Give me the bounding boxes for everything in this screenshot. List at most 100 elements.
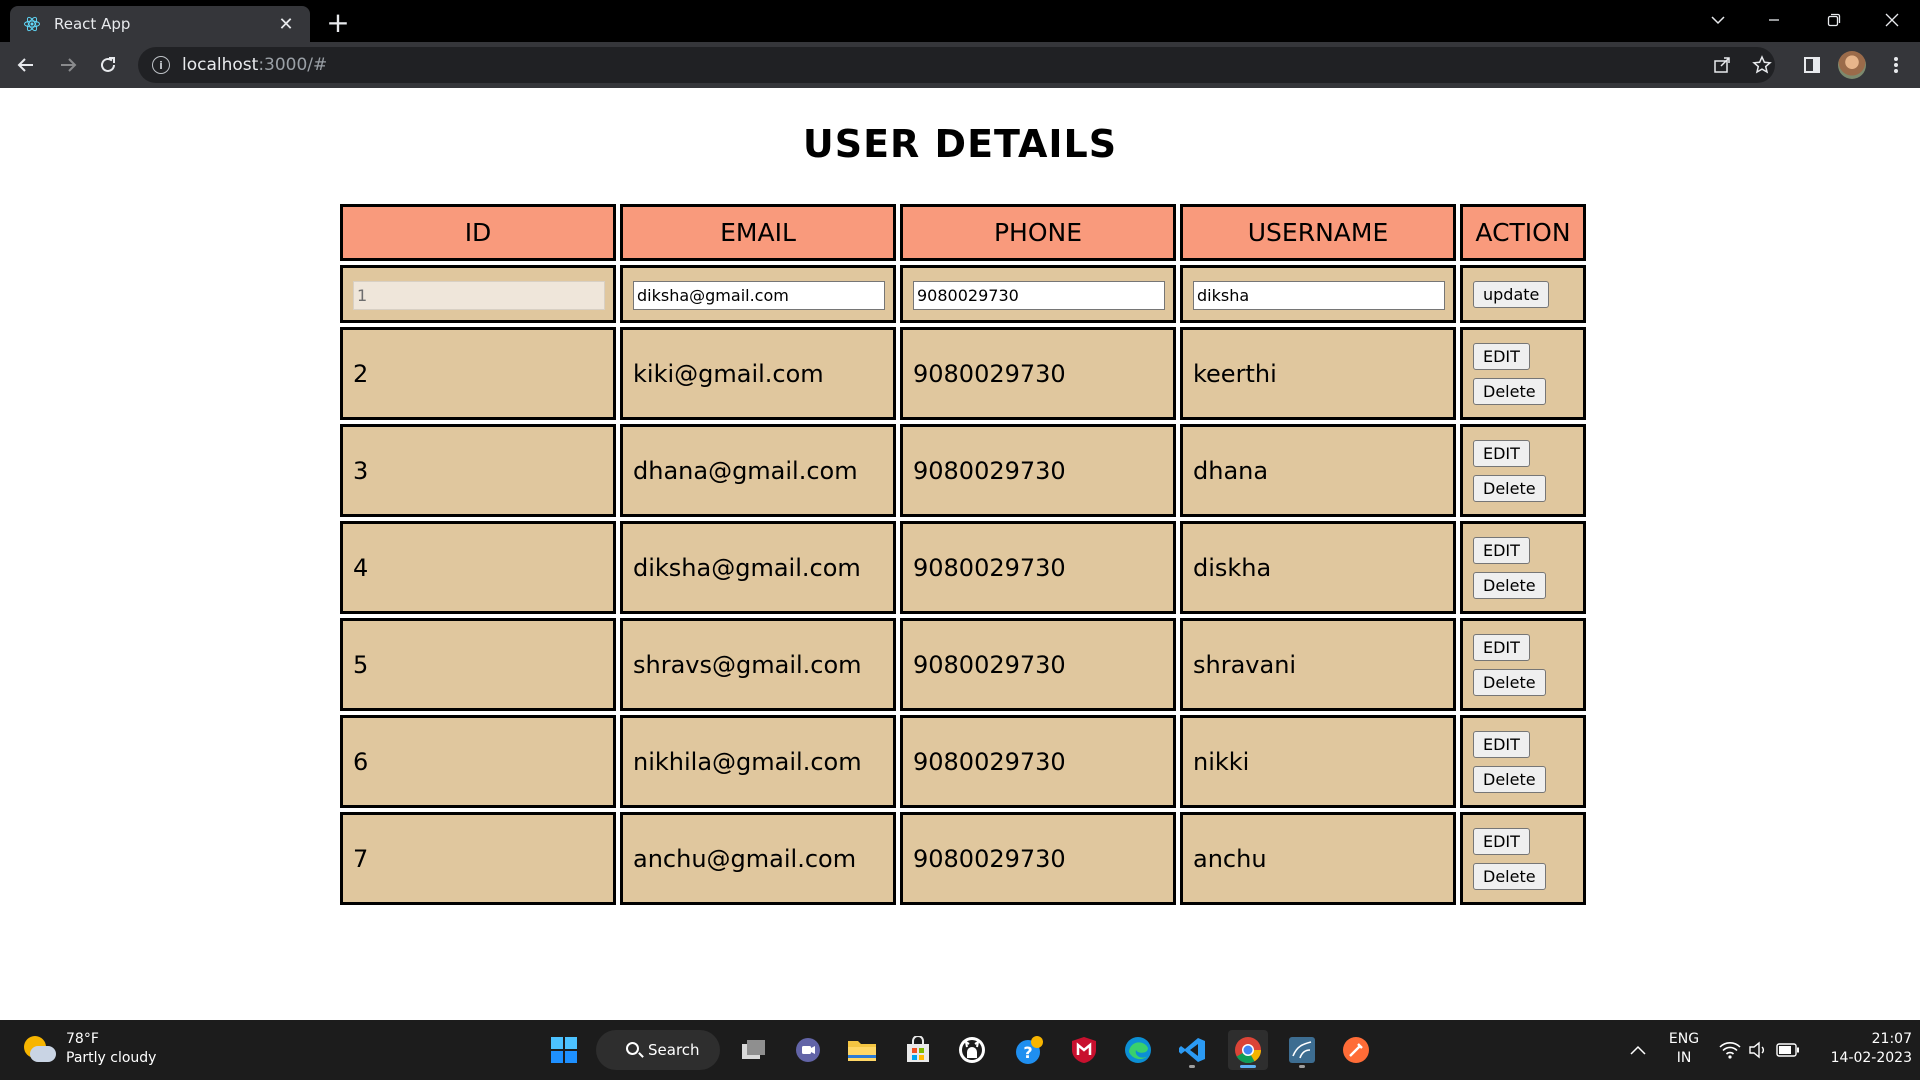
weather-widget[interactable]: 78°F Partly cloudy [22,1030,156,1068]
edit-button[interactable]: EDIT [1473,342,1530,370]
mcafee-shield-icon[interactable] [1064,1030,1104,1070]
profile-avatar[interactable] [1838,51,1866,79]
header-username: USERNAME [1180,204,1456,261]
cell-actions: EDIT Delete [1460,618,1586,711]
weather-temp: 78°F [66,1031,99,1047]
weather-desc: Partly cloudy [66,1050,157,1066]
cell-email: nikhila@gmail.com [620,715,896,808]
cell-username: anchu [1180,812,1456,905]
cell-email: dhana@gmail.com [620,424,896,517]
header-id: ID [340,204,616,261]
bookmark-star-icon[interactable] [1746,49,1778,81]
delete-button[interactable]: Delete [1473,862,1546,890]
os-taskbar: 78°F Partly cloudy Search ? ENG IN 21:07… [0,1020,1920,1080]
menu-kebab-icon[interactable] [1880,49,1912,81]
teams-chat-icon[interactable] [788,1030,828,1070]
delete-button[interactable]: Delete [1473,765,1546,793]
url-path: :3000/# [258,55,328,75]
edit-username-cell [1180,265,1456,323]
cell-id: 7 [340,812,616,905]
browser-tab[interactable]: React App ✕ [10,6,310,42]
cell-username: nikki [1180,715,1456,808]
clock-time: 21:07 [1871,1031,1912,1047]
url-host: localhost [182,55,259,75]
edit-button[interactable]: EDIT [1473,633,1530,661]
cell-actions: EDIT Delete [1460,424,1586,517]
cell-phone: 9080029730 [900,618,1176,711]
input-language-indicator[interactable]: ENG IN [1664,1030,1704,1068]
table-row: 4 diksha@gmail.com 9080029730 diskha EDI… [340,521,1586,614]
site-info-icon[interactable]: i [152,56,170,74]
update-button[interactable]: update [1473,280,1550,308]
edge-browser-icon[interactable] [1118,1030,1158,1070]
email-field[interactable] [633,280,885,310]
cell-actions: EDIT Delete [1460,521,1586,614]
reload-icon[interactable] [92,49,124,81]
table-row: 2 kiki@gmail.com 9080029730 keerthi EDIT… [340,327,1586,420]
delete-button[interactable]: Delete [1473,571,1546,599]
cell-username: keerthi [1180,327,1456,420]
tray-overflow-chevron-icon[interactable] [1618,1030,1658,1070]
taskbar-clock[interactable]: 21:07 14-02-2023 [1812,1030,1912,1068]
address-bar[interactable]: i localhost:3000/# [138,47,1775,83]
chrome-icon[interactable] [1228,1030,1268,1070]
vscode-icon[interactable] [1172,1030,1212,1070]
cell-username: shravani [1180,618,1456,711]
new-tab-icon[interactable]: + [322,6,354,39]
share-icon[interactable] [1706,49,1738,81]
windows-start-icon[interactable] [544,1030,584,1070]
cell-email: kiki@gmail.com [620,327,896,420]
tab-close-icon[interactable]: ✕ [274,12,298,36]
edit-button[interactable]: EDIT [1473,536,1530,564]
minimize-icon[interactable] [1746,0,1802,40]
delete-button[interactable]: Delete [1473,377,1546,405]
phone-field[interactable] [913,280,1165,310]
cell-id: 4 [340,521,616,614]
delete-button[interactable]: Delete [1473,474,1546,502]
restore-icon[interactable] [1806,0,1862,40]
cell-phone: 9080029730 [900,715,1176,808]
mysql-workbench-icon[interactable] [1282,1030,1322,1070]
taskbar-search-button[interactable]: Search [596,1030,720,1070]
cell-phone: 9080029730 [900,327,1176,420]
taskbar-search-label: Search [648,1041,700,1059]
cell-actions: EDIT Delete [1460,327,1586,420]
id-field[interactable] [353,280,605,310]
running-indicator [1189,1065,1195,1068]
page-title: USER DETAILS [802,122,1118,166]
username-field[interactable] [1193,280,1445,310]
table-header-row: ID EMAIL PHONE USERNAME ACTION [340,204,1586,261]
cell-phone: 9080029730 [900,424,1176,517]
table-row: 6 nikhila@gmail.com 9080029730 nikki EDI… [340,715,1586,808]
task-view-icon[interactable] [734,1030,774,1070]
edit-action-cell: update [1460,265,1586,323]
cell-username: dhana [1180,424,1456,517]
browser-tab-bar: React App ✕ + [0,0,1920,42]
forward-icon[interactable] [52,49,84,81]
github-icon[interactable] [952,1030,992,1070]
postman-icon[interactable] [1336,1030,1376,1070]
table-row: 7 anchu@gmail.com 9080029730 anchu EDIT … [340,812,1586,905]
cell-actions: EDIT Delete [1460,715,1586,808]
tab-search-chevron-icon[interactable] [1690,0,1746,40]
react-logo-icon [22,14,42,34]
back-icon[interactable] [10,49,42,81]
help-icon[interactable]: ? [1010,1030,1050,1070]
browser-toolbar: i localhost:3000/# [0,42,1920,88]
users-table: ID EMAIL PHONE USERNAME ACTION 1 diksha@… [336,200,1590,909]
edit-button[interactable]: EDIT [1473,730,1530,758]
edit-button[interactable]: EDIT [1473,439,1530,467]
battery-icon[interactable] [1768,1030,1808,1070]
edit-email-cell [620,265,896,323]
file-explorer-icon[interactable] [842,1030,882,1070]
close-window-icon[interactable] [1864,0,1920,40]
side-panel-icon[interactable] [1796,49,1828,81]
clock-date: 14-02-2023 [1830,1050,1912,1066]
cell-phone: 9080029730 [900,521,1176,614]
cell-id: 2 [340,327,616,420]
delete-button[interactable]: Delete [1473,668,1546,696]
microsoft-store-icon[interactable] [898,1030,938,1070]
edit-phone-cell [900,265,1176,323]
edit-button[interactable]: EDIT [1473,827,1530,855]
region-code: IN [1676,1050,1692,1066]
